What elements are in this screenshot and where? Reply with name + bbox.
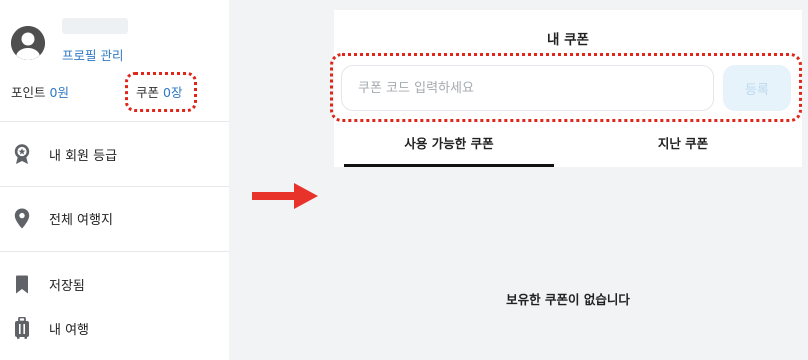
menu-item-label: 내 여행 xyxy=(49,322,90,338)
page-title: 내 쿠폰 xyxy=(547,32,589,48)
divider xyxy=(0,186,229,187)
avatar[interactable] xyxy=(11,26,45,60)
coupon-panel: 내 쿠폰 등록 사용 가능한 쿠폰 지난 쿠폰 보유한 쿠폰이 없습니다 xyxy=(330,10,802,345)
luggage-icon xyxy=(12,317,32,339)
menu-item-my-trips[interactable]: 내 여행 xyxy=(0,310,229,346)
map-pin-icon xyxy=(12,207,32,229)
right-arrow-icon xyxy=(252,183,318,209)
active-tab-indicator xyxy=(344,164,554,167)
profile-manage-link[interactable]: 프로필 관리 xyxy=(62,45,123,64)
username-blurred xyxy=(62,18,128,34)
tab-available-coupons[interactable]: 사용 가능한 쿠폰 xyxy=(344,128,554,166)
menu-item-membership[interactable]: 내 회원 등급 xyxy=(0,136,229,172)
menu-item-saved[interactable]: 저장됨 xyxy=(0,266,229,302)
sidebar: 프로필 관리 포인트 0원 쿠폰 0장 내 회원 등급 전체 여행지 저장됨 내… xyxy=(0,0,229,360)
menu-item-all-destinations[interactable]: 전체 여행지 xyxy=(0,200,229,236)
user-silhouette-icon xyxy=(11,26,45,60)
coupon-count-highlight xyxy=(125,72,197,112)
divider xyxy=(0,121,229,122)
points-value: 0원 xyxy=(49,85,69,100)
points-summary[interactable]: 포인트 0원 xyxy=(11,82,69,101)
menu-item-label: 전체 여행지 xyxy=(49,212,113,228)
tab-past-coupons[interactable]: 지난 쿠폰 xyxy=(578,128,788,166)
coupon-input-highlight xyxy=(330,53,802,122)
bookmark-icon xyxy=(12,273,32,295)
divider xyxy=(0,251,229,252)
membership-badge-icon xyxy=(12,143,32,165)
coupon-panel-header: 내 쿠폰 등록 사용 가능한 쿠폰 지난 쿠폰 xyxy=(330,10,802,167)
menu-item-label: 저장됨 xyxy=(49,278,85,294)
empty-state-message: 보유한 쿠폰이 없습니다 xyxy=(506,292,630,307)
points-label: 포인트 xyxy=(11,85,46,100)
menu-item-label: 내 회원 등급 xyxy=(49,148,118,164)
